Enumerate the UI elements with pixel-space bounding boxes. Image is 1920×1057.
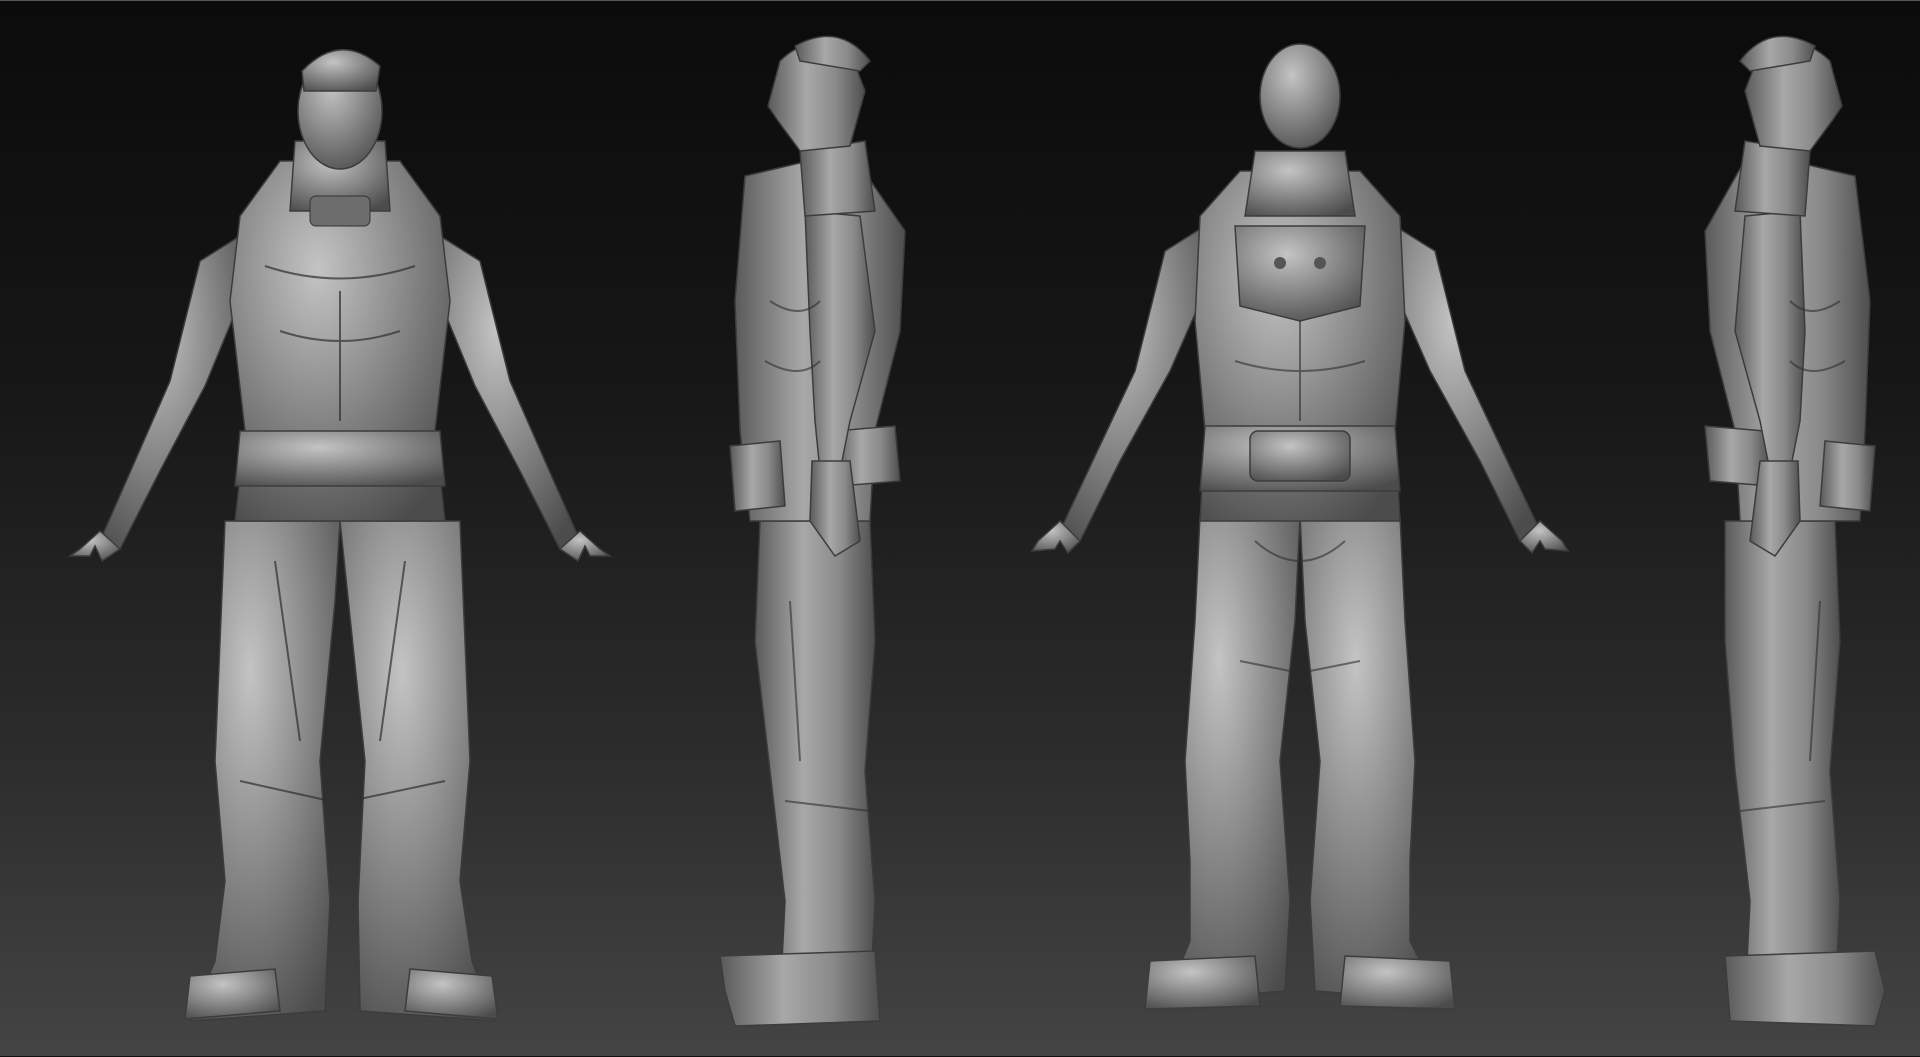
side-view-figure-right [1680,1,1910,1057]
back-view-figure [1010,1,1590,1057]
sculpt-viewport[interactable] [0,0,1920,1056]
side-view-figure-left [700,1,940,1057]
character-turnaround [0,1,1920,1057]
front-view-figure [40,1,640,1057]
